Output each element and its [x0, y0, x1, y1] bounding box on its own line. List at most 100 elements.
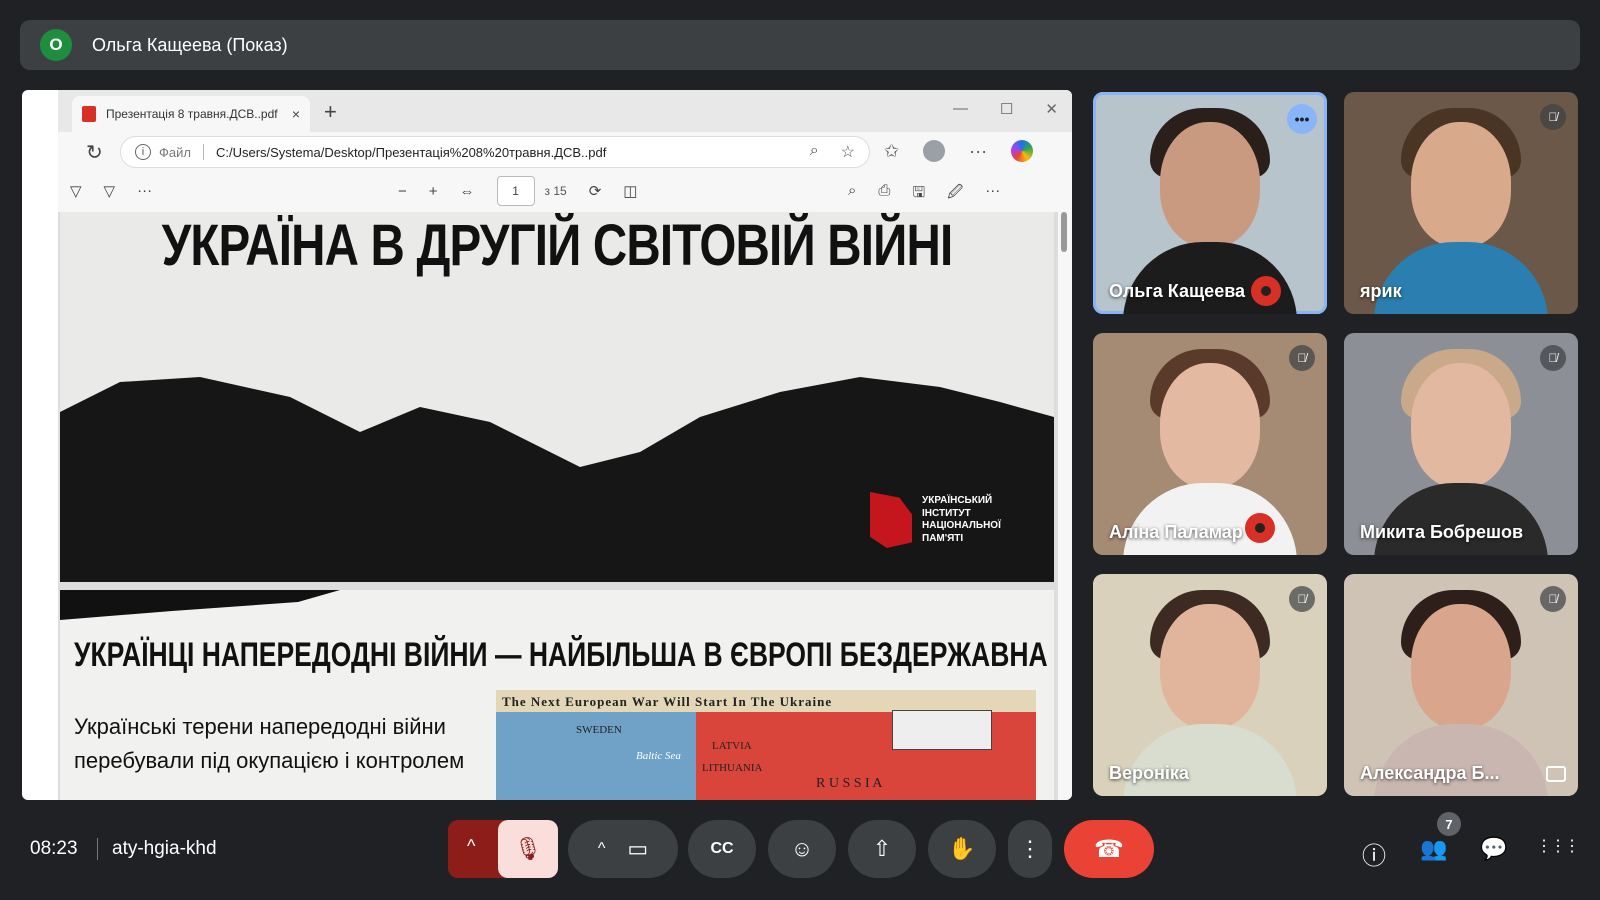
- page-view-icon[interactable]: ◫: [623, 182, 637, 200]
- video-chevron-up-icon[interactable]: ^: [598, 840, 606, 858]
- uinp-logo-mark: [870, 492, 912, 548]
- new-tab-button[interactable]: +: [324, 99, 337, 125]
- leave-call-button[interactable]: ☎: [1064, 820, 1154, 878]
- mic-off-icon: 🎙̸: [1540, 586, 1566, 612]
- zoom-in-icon[interactable]: +: [429, 183, 438, 200]
- profile-avatar-icon[interactable]: [923, 140, 946, 162]
- participant-face: [1160, 604, 1260, 729]
- url-text[interactable]: C:/Users/Systema/Desktop/Презентація%208…: [216, 145, 606, 160]
- captions-icon: CC: [710, 840, 734, 857]
- save-icon[interactable]: 🖫: [912, 182, 925, 207]
- browser-tab[interactable]: Презентація 8 травня.ДСВ..pdf ×: [72, 96, 310, 132]
- chat-icon[interactable]: 💬: [1480, 836, 1507, 862]
- pdf-more-left-icon[interactable]: ···: [137, 182, 152, 200]
- participant-name: Александра Б...: [1360, 763, 1500, 783]
- save-as-icon[interactable]: 🖉: [947, 182, 963, 207]
- page-number-input[interactable]: 1: [496, 176, 535, 206]
- copilot-icon[interactable]: [1011, 140, 1034, 162]
- participant-name: ярик: [1360, 281, 1402, 301]
- participant-tile-alina[interactable]: 🎙̸ Аліна Паламар: [1093, 333, 1327, 555]
- participant-tile-olha[interactable]: ••• Ольга Кащеева: [1093, 92, 1327, 314]
- pdf-viewport[interactable]: УКРАЇНА В ДРУГІЙ СВІТОВІЙ ВІЙНІ УКРАЇНСЬ…: [58, 212, 1058, 800]
- microphone-toggle-button[interactable]: 🎙: [498, 820, 558, 878]
- zoom-out-icon[interactable]: −: [398, 183, 407, 200]
- bottom-divider: [97, 838, 98, 860]
- highlight-icon[interactable]: ▽: [104, 182, 116, 200]
- people-icon[interactable]: 👥: [1420, 836, 1447, 862]
- participant-count-badge: 7: [1437, 812, 1461, 836]
- participant-tile-veronika[interactable]: 🎙̸ Вероніка: [1093, 574, 1327, 796]
- reload-icon[interactable]: ↻: [86, 140, 103, 165]
- emoji-icon: ☺: [790, 836, 814, 861]
- hand-icon: ✋: [948, 836, 976, 861]
- url-separator: [202, 144, 204, 160]
- participant-tile-mykyta[interactable]: 🎙̸ Микита Бобрешов: [1344, 333, 1578, 555]
- meeting-code: aty-hgia-khd: [112, 838, 217, 859]
- close-icon[interactable]: ✕: [1045, 100, 1058, 118]
- mic-off-icon: 🎙̸: [1540, 345, 1566, 371]
- info-icon[interactable]: i: [135, 144, 151, 160]
- url-icons: ⌕ ☆: [810, 142, 855, 162]
- participant-name: Микита Бобрешов: [1360, 522, 1524, 542]
- shared-screen: Презентація 8 травня.ДСВ..pdf × + — ☐ ✕ …: [22, 90, 1072, 800]
- more-options-icon[interactable]: •••: [1287, 104, 1317, 134]
- participant-face: [1160, 122, 1260, 247]
- audio-chevron-up-icon[interactable]: ^: [467, 836, 475, 857]
- more-options-button[interactable]: ⋮: [1008, 820, 1052, 878]
- mic-off-icon: 🎙̸: [1289, 345, 1315, 371]
- picture-in-picture-icon[interactable]: [1546, 766, 1566, 782]
- presenter-name: Ольга Кащеева (Показ): [92, 34, 288, 55]
- activities-icon[interactable]: ⋮⋮⋮: [1536, 836, 1580, 856]
- zoom-icon[interactable]: ⌕: [810, 142, 819, 162]
- tab-title: Презентація 8 травня.ДСВ..pdf: [106, 107, 278, 121]
- fit-page-icon[interactable]: ⇔: [460, 183, 475, 200]
- page-total: з 15: [544, 184, 567, 198]
- url-field[interactable]: i Файл C:/Users/Systema/Desktop/Презента…: [120, 136, 870, 168]
- participant-face: [1160, 363, 1260, 488]
- file-label: Файл: [159, 144, 191, 160]
- slide-2-torn-edge: [60, 590, 340, 620]
- participant-body: [1123, 724, 1297, 796]
- maximize-icon[interactable]: ☐: [1000, 100, 1013, 118]
- pdf-scrollbar[interactable]: [1060, 212, 1068, 800]
- browser-window: Презентація 8 травня.ДСВ..pdf × + — ☐ ✕ …: [58, 90, 1072, 800]
- participant-face: [1411, 604, 1511, 729]
- search-icon[interactable]: ⌕: [848, 182, 856, 207]
- rotate-icon[interactable]: ⟳: [589, 182, 602, 200]
- meeting-info-icon[interactable]: ⓘ: [1362, 836, 1386, 871]
- poppy-badge-icon: [1251, 276, 1281, 306]
- participant-tile-yaryk[interactable]: 🎙̸ ярик: [1344, 92, 1578, 314]
- end-call-icon: ☎: [1094, 835, 1124, 863]
- address-bar: ↻ i Файл C:/Users/Systema/Desktop/Презен…: [58, 132, 1072, 172]
- camera-toggle-button[interactable]: ^ ▭: [568, 820, 678, 878]
- slide-2-text: Українські терени напередодні війни пере…: [74, 714, 465, 773]
- map-label-sweden: SWEDEN: [576, 724, 622, 736]
- uinp-logo: УКРАЇНСЬКИЙ ІНСТИТУТ НАЦІОНАЛЬНОЇ ПАМ'ЯТ…: [870, 492, 1022, 548]
- map-label-baltic: Baltic Sea: [636, 750, 681, 762]
- raise-hand-button[interactable]: ✋: [928, 820, 996, 878]
- print-icon[interactable]: ⎙: [878, 182, 890, 207]
- window-controls: — ☐ ✕: [953, 100, 1058, 118]
- reactions-button[interactable]: ☺: [768, 820, 836, 878]
- pdf-toolbar: ▽ ▽ ··· − + ⇔ 1 з 15 ⟳ ◫ ⌕ ⎙ 🖫 🖉 ···: [58, 172, 1072, 212]
- slide-2-title: УКРАЇНЦІ НАПЕРЕДОДНІ ВІЙНИ — НАЙБІЛЬША В…: [74, 636, 1054, 674]
- pdf-file-icon: [82, 106, 96, 122]
- favorites-icon[interactable]: ✩: [884, 141, 899, 162]
- mountain-graphic: [60, 377, 1054, 582]
- present-screen-button[interactable]: ⇧: [848, 820, 916, 878]
- pdf-scroll-thumb[interactable]: [1061, 212, 1067, 252]
- draw-icon[interactable]: ▽: [70, 182, 82, 200]
- participant-name: Вероніка: [1109, 763, 1189, 783]
- browser-menu-icon[interactable]: ···: [969, 141, 987, 162]
- presenter-bar: О Ольга Кащеева (Показ): [20, 20, 1580, 70]
- star-icon[interactable]: ☆: [841, 142, 855, 162]
- tab-close-icon[interactable]: ×: [292, 106, 300, 122]
- participant-tile-aleksandra[interactable]: 🎙̸ Александра Б...: [1344, 574, 1578, 796]
- pdf-more-right-icon[interactable]: ···: [985, 182, 1000, 207]
- minimize-icon[interactable]: —: [953, 100, 968, 118]
- captions-button[interactable]: CC: [688, 820, 756, 878]
- mic-off-icon: 🎙̸: [1540, 104, 1566, 130]
- participant-body: [1374, 242, 1548, 314]
- map-label-latvia: LATVIA: [712, 740, 752, 752]
- map-label-lithuania: LITHUANIA: [702, 762, 763, 774]
